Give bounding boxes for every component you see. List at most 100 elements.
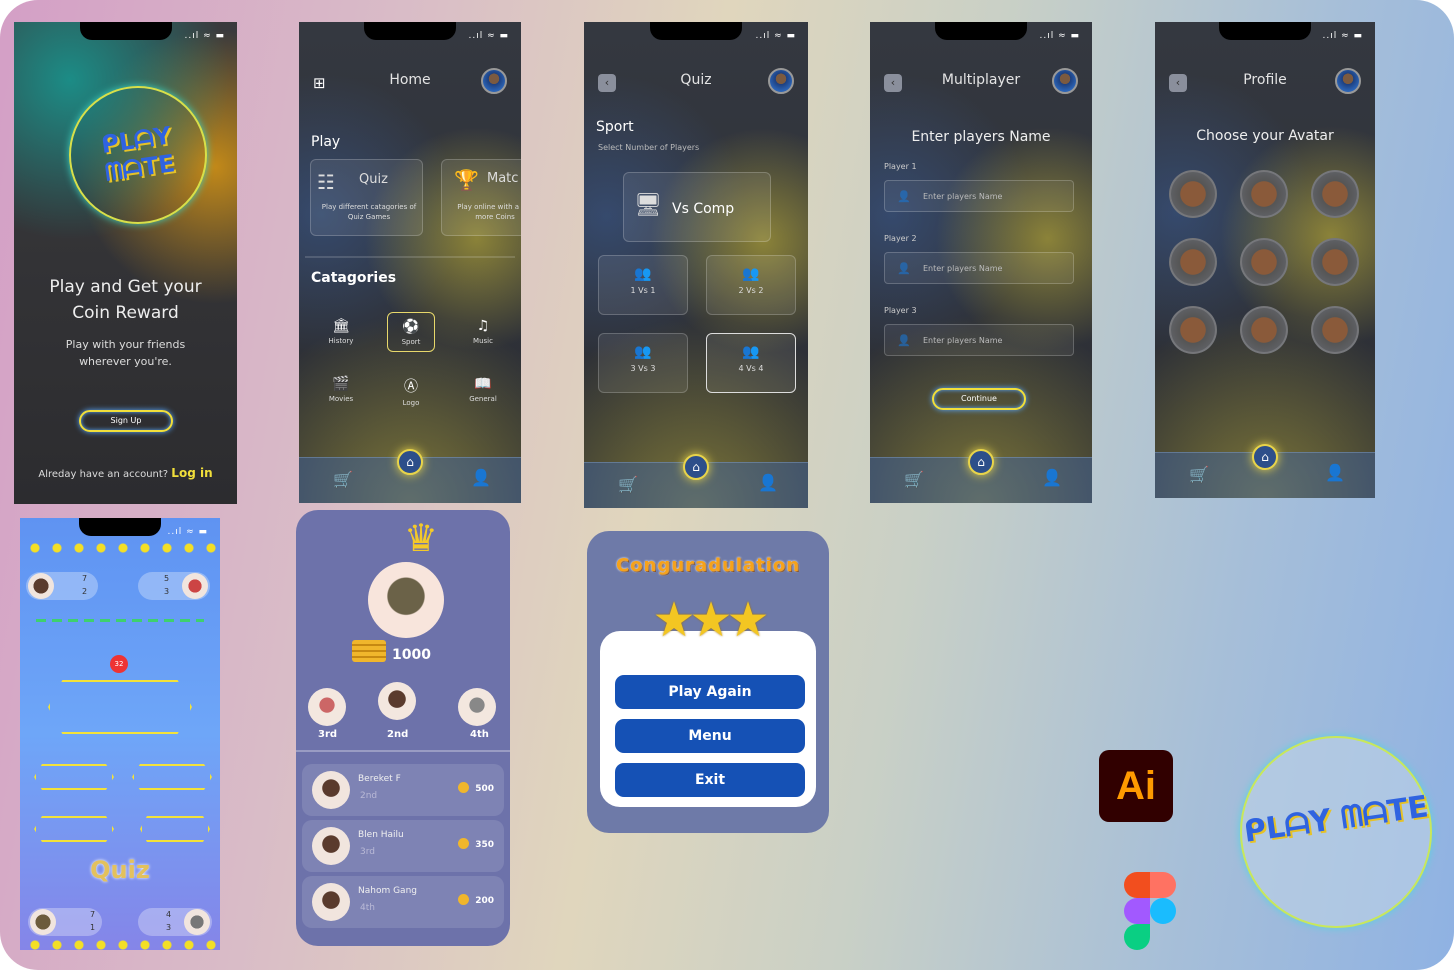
cart-icon[interactable]: 🛒 xyxy=(333,470,353,489)
player1-score: 7 2 xyxy=(26,572,98,600)
players-icon: 👥 xyxy=(742,266,760,282)
divider xyxy=(305,256,515,258)
divider xyxy=(296,750,510,752)
home-icon[interactable]: ⌂ xyxy=(397,449,423,475)
home-icon[interactable]: ⌂ xyxy=(968,449,994,475)
cart-icon[interactable]: 🛒 xyxy=(1189,465,1209,484)
answer-option[interactable] xyxy=(34,764,114,790)
mode-button[interactable]: 👥 4 Vs 4 xyxy=(706,333,796,393)
brand-logo-text: ᑭᒪᗩY ᗰᗩTE xyxy=(1241,789,1431,850)
crown-icon: ♛ xyxy=(404,516,439,560)
player4-avatar xyxy=(184,909,210,935)
answer-option[interactable] xyxy=(140,816,210,842)
trophy-icon: 🏆 xyxy=(454,168,479,192)
player-coins: 200 xyxy=(458,894,494,906)
winner-avatar xyxy=(368,562,444,638)
login-row: Alreday have an account? Log in xyxy=(14,466,237,480)
heading: Enter players Name xyxy=(911,129,1051,145)
status-bar: ..ıl ≈ ▬ xyxy=(468,31,509,41)
status-bar: ..ıl ≈ ▬ xyxy=(1322,31,1363,41)
player-rank: 4th xyxy=(360,903,375,913)
podium-avatar xyxy=(458,688,496,726)
vs-comp-button[interactable]: 🖥 Vs Comp xyxy=(623,172,771,242)
avatar[interactable] xyxy=(1052,68,1078,94)
avatar[interactable] xyxy=(768,68,794,94)
leaderboard-screen: ♛ 1000 3rd 2nd 4th Bereket F 2nd 500 Blen H… xyxy=(296,510,510,946)
category-music[interactable]: ♫ Music xyxy=(459,312,507,352)
brand-logo-circle: ᑭᒪᗩY ᗰᗩTE xyxy=(1240,736,1432,928)
player-name-field[interactable]: Enter players Name xyxy=(884,324,1074,356)
notch xyxy=(650,22,742,40)
answer-option[interactable] xyxy=(34,816,114,842)
quiz-card[interactable]: ☷ Quiz Play different catagories of Quiz… xyxy=(310,159,423,236)
avatar-option[interactable] xyxy=(1169,306,1217,354)
stars-icon: ★★★ xyxy=(652,592,769,648)
category-general[interactable]: 📖 General xyxy=(459,370,507,410)
profile-screen: ..ıl ≈ ▬ ‹ Profile Choose your Avatar 🛒 … xyxy=(1155,22,1375,498)
category-sport[interactable]: ⚽ Sport xyxy=(387,312,435,352)
figma-logo xyxy=(1124,872,1176,950)
category-label: Music xyxy=(473,337,493,345)
player-coins: 500 xyxy=(458,782,494,794)
mode-button[interactable]: 👥 1 Vs 1 xyxy=(598,255,688,315)
headline: Play and Get your Coin Reward xyxy=(49,277,202,323)
category-history[interactable]: 🏛 History xyxy=(317,312,365,352)
login-link[interactable]: Log in xyxy=(171,466,212,480)
avatar[interactable] xyxy=(1335,68,1361,94)
user-icon[interactable]: 👤 xyxy=(758,473,778,492)
avatar-option[interactable] xyxy=(1169,170,1217,218)
exit-button[interactable]: Exit xyxy=(615,763,805,797)
podium-rank: 2nd xyxy=(387,729,409,740)
avatar-option[interactable] xyxy=(1311,306,1359,354)
player-name-field[interactable]: Enter players Name xyxy=(884,252,1074,284)
book-icon: 📖 xyxy=(474,376,492,392)
tab-bar: 🛒 ⌂ 👤 xyxy=(584,454,808,508)
home-icon[interactable]: ⌂ xyxy=(683,454,709,480)
cart-icon[interactable]: 🛒 xyxy=(618,475,638,494)
player-label: Player 3 xyxy=(884,306,917,315)
subject-title: Sport xyxy=(596,119,634,135)
continue-button[interactable]: Continue xyxy=(932,388,1026,410)
signup-button[interactable]: Sign Up xyxy=(79,410,173,432)
avatar-option[interactable] xyxy=(1240,170,1288,218)
match-card[interactable]: 🏆 Matc Play online with a get more Coins xyxy=(441,159,521,236)
player4-wrong: 3 xyxy=(166,923,172,932)
status-bar: ..ıl ≈ ▬ xyxy=(167,527,208,537)
player1-correct: 7 xyxy=(82,574,88,583)
avatar-option[interactable] xyxy=(1240,306,1288,354)
category-logo[interactable]: Ⓐ Logo xyxy=(387,370,435,410)
podium-rank: 4th xyxy=(470,729,489,740)
player3-correct: 7 xyxy=(90,910,96,919)
login-prompt: Alreday have an account? xyxy=(38,469,169,480)
player2-score: 5 3 xyxy=(138,572,210,600)
game-title: Quiz xyxy=(90,856,150,884)
winner-score: 1000 xyxy=(392,647,431,663)
user-icon[interactable]: 👤 xyxy=(471,468,491,487)
cart-icon[interactable]: 🛒 xyxy=(904,470,924,489)
splash-screen: ..ıl ≈ ▬ ᑭᒪᗩY ᗰᗩTE Play and Get your Coi… xyxy=(14,22,237,504)
avatar-option[interactable] xyxy=(1311,170,1359,218)
avatar-option[interactable] xyxy=(1169,238,1217,286)
avatar-option[interactable] xyxy=(1240,238,1288,286)
avatar[interactable] xyxy=(481,68,507,94)
notch xyxy=(935,22,1027,40)
player-name-field[interactable]: Enter players Name xyxy=(884,180,1074,212)
logo-icon: Ⓐ xyxy=(404,379,418,395)
avatar-option[interactable] xyxy=(1311,238,1359,286)
clapper-icon: 🎬 xyxy=(332,376,350,392)
category-movies[interactable]: 🎬 Movies xyxy=(317,370,365,410)
menu-button[interactable]: Menu xyxy=(615,719,805,753)
mode-button[interactable]: 👥 3 Vs 3 xyxy=(598,333,688,393)
podium-avatar xyxy=(378,682,416,720)
user-icon[interactable]: 👤 xyxy=(1325,463,1345,482)
mode-button[interactable]: 👥 2 Vs 2 xyxy=(706,255,796,315)
play-again-button[interactable]: Play Again xyxy=(615,675,805,709)
basketball-icon: ⚽ xyxy=(402,319,420,335)
quiz-list-icon: ☷ xyxy=(317,170,335,194)
status-bar: ..ıl ≈ ▬ xyxy=(1039,31,1080,41)
user-icon[interactable]: 👤 xyxy=(1042,468,1062,487)
home-icon[interactable]: ⌂ xyxy=(1252,444,1278,470)
answer-option[interactable] xyxy=(132,764,212,790)
mode-label: 3 Vs 3 xyxy=(630,364,656,373)
subject-sub: Select Number of Players xyxy=(598,143,700,152)
